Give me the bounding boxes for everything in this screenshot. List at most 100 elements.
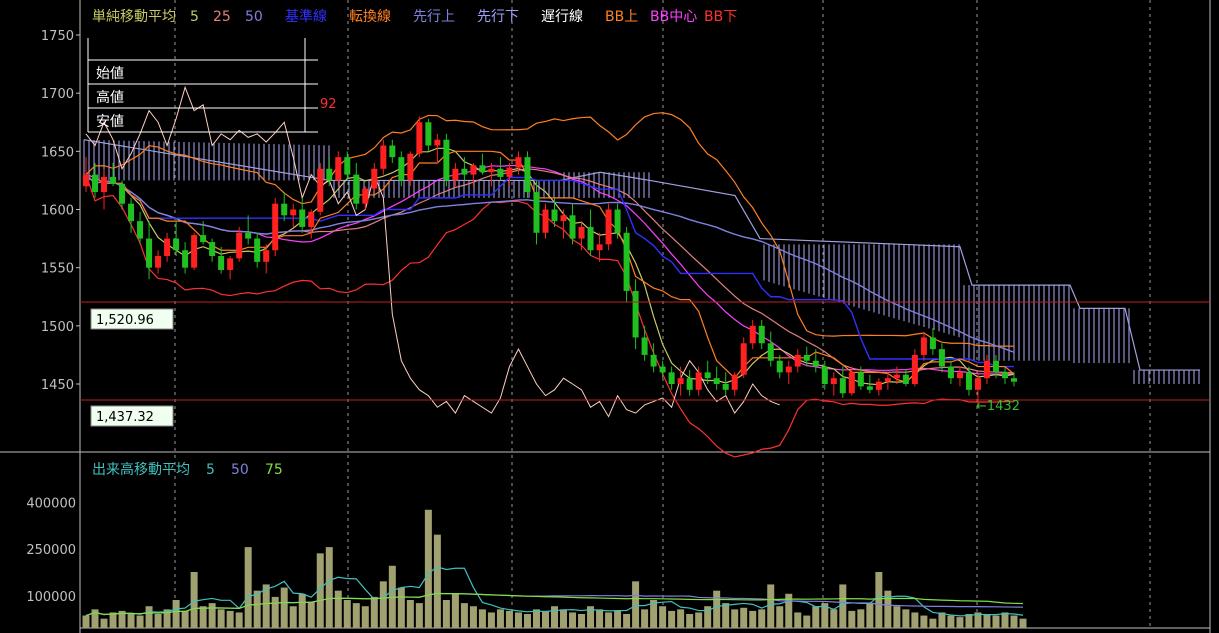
volume-bar bbox=[740, 607, 748, 628]
candle-body bbox=[875, 381, 882, 390]
candle-body bbox=[533, 192, 540, 233]
volume-bar bbox=[361, 606, 369, 628]
volume-bar bbox=[487, 612, 495, 628]
hline-lower-value: 1,437.32 bbox=[96, 410, 154, 425]
volume-bar bbox=[397, 587, 405, 628]
candle-body bbox=[650, 354, 657, 367]
hline-lower-label: 1,437.32 bbox=[90, 405, 174, 427]
candle-body bbox=[956, 372, 963, 379]
volume-bar bbox=[938, 612, 946, 628]
volume-bar bbox=[145, 606, 153, 628]
candle-body bbox=[731, 374, 738, 390]
candle-body bbox=[722, 384, 729, 390]
price-tick-label: 1750 bbox=[41, 29, 74, 44]
candle-body bbox=[83, 174, 89, 187]
volume-bar bbox=[839, 584, 847, 628]
volume-bar bbox=[370, 596, 378, 628]
candle-body bbox=[461, 168, 468, 175]
volume-legend-item: 出来高移動平均 bbox=[92, 461, 190, 478]
candle-body bbox=[884, 378, 891, 382]
volume-bar bbox=[334, 590, 342, 628]
volume-bar bbox=[803, 615, 811, 628]
candle-body bbox=[713, 378, 720, 384]
info-row-high: 高値 bbox=[96, 89, 124, 106]
volume-bar bbox=[848, 610, 856, 628]
volume-bar bbox=[100, 618, 108, 628]
volume-bar bbox=[415, 603, 423, 628]
price-legend-item: 先行下 bbox=[477, 9, 519, 25]
volume-bar bbox=[983, 614, 991, 628]
volume-bar bbox=[442, 600, 450, 628]
volume-bar bbox=[289, 606, 297, 628]
price-legend-item: 遅行線 bbox=[541, 9, 583, 25]
volume-tick-label: 250000 bbox=[26, 543, 76, 558]
hline-upper-value: 1,520.96 bbox=[96, 313, 154, 328]
volume-bar bbox=[271, 596, 279, 628]
volume-bar bbox=[424, 509, 432, 628]
volume-bar bbox=[82, 615, 90, 628]
volume-bar bbox=[875, 572, 883, 628]
price-tick-label: 1600 bbox=[41, 204, 74, 219]
candle-body bbox=[344, 157, 351, 175]
candle-body bbox=[578, 226, 585, 239]
volume-bar bbox=[217, 609, 225, 628]
candle-body bbox=[110, 176, 117, 184]
candle-body bbox=[290, 209, 297, 216]
volume-bar bbox=[307, 601, 315, 628]
volume-bar bbox=[929, 618, 937, 628]
recent-low-label: ←1432 bbox=[976, 399, 1020, 414]
price-legend-item: 50 bbox=[245, 9, 263, 25]
candle-body bbox=[164, 238, 171, 257]
volume-bar bbox=[902, 609, 910, 628]
volume-bar bbox=[136, 615, 144, 628]
candle-body bbox=[371, 168, 378, 189]
volume-bar bbox=[992, 615, 1000, 628]
volume-bar bbox=[433, 534, 441, 628]
candle-body bbox=[272, 203, 279, 251]
candle-body bbox=[929, 337, 936, 350]
candle-body bbox=[425, 122, 432, 146]
price-legend-item: 25 bbox=[213, 9, 231, 25]
candle-body bbox=[281, 203, 288, 216]
volume-bar bbox=[1019, 618, 1027, 628]
volume-bar bbox=[641, 609, 649, 628]
price-legend-item: 基準線 bbox=[285, 8, 327, 25]
volume-bar bbox=[812, 606, 820, 628]
candle-body bbox=[470, 165, 477, 175]
volume-bar bbox=[956, 617, 964, 628]
volume-bar bbox=[280, 587, 288, 628]
candle-body bbox=[308, 211, 315, 227]
volume-bar bbox=[578, 614, 586, 628]
volume-bar bbox=[920, 615, 928, 628]
peak-partial-label: 92 bbox=[320, 97, 337, 112]
candle-body bbox=[524, 157, 531, 193]
candle-body bbox=[839, 378, 846, 394]
candle-body bbox=[677, 378, 684, 384]
candle-body bbox=[551, 209, 558, 222]
volume-bar bbox=[172, 600, 180, 628]
candle-body bbox=[569, 215, 576, 239]
candle-body bbox=[488, 168, 495, 173]
candle-body bbox=[668, 372, 675, 384]
price-tick-label: 1550 bbox=[41, 262, 74, 277]
candle-body bbox=[101, 176, 108, 193]
volume-bar bbox=[749, 610, 757, 628]
volume-bar bbox=[695, 612, 703, 628]
volume-bar bbox=[767, 584, 775, 628]
price-legend-item: 単純移動平均 bbox=[92, 9, 176, 25]
candle-body bbox=[497, 168, 504, 177]
price-legend-item: 転換線 bbox=[349, 9, 391, 25]
price-tick-label: 1650 bbox=[41, 145, 74, 160]
candle-body bbox=[830, 378, 837, 384]
candle-body bbox=[299, 209, 306, 227]
candle-body bbox=[632, 290, 639, 338]
candle-body bbox=[317, 168, 324, 212]
volume-bar bbox=[253, 590, 261, 628]
candle-body bbox=[695, 372, 702, 390]
candle-body bbox=[380, 145, 387, 169]
candle-body bbox=[560, 215, 567, 222]
candle-body bbox=[542, 209, 549, 233]
volume-bar bbox=[379, 581, 387, 628]
volume-bar bbox=[560, 609, 568, 628]
candle-body bbox=[974, 378, 981, 390]
